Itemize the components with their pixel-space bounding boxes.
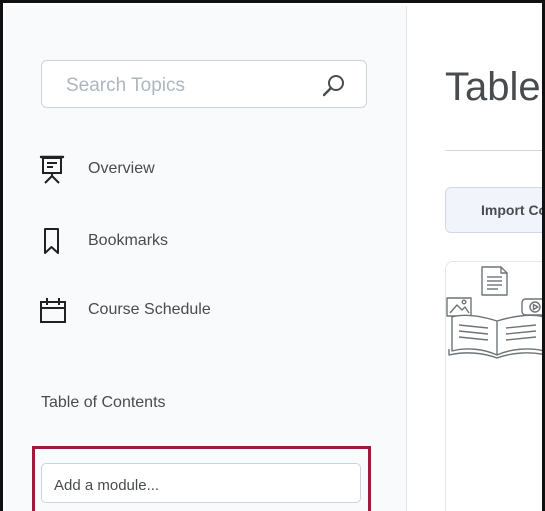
nav-item-label: Course Schedule: [88, 301, 211, 318]
calendar-icon: [38, 295, 66, 325]
nav-item-course-schedule[interactable]: Course Schedule: [38, 295, 368, 327]
search-box: [41, 60, 367, 108]
window-frame: Overview Bookmarks Course Schedule Table…: [0, 0, 545, 511]
nav-item-label: Bookmarks: [88, 232, 169, 249]
search-icon[interactable]: [320, 72, 348, 100]
import-course-button[interactable]: Import Co: [445, 187, 542, 233]
highlight-box: [32, 446, 371, 511]
nav-item-overview[interactable]: Overview: [38, 154, 368, 186]
presentation-board-icon: [38, 154, 66, 184]
nav-item-bookmarks[interactable]: Bookmarks: [38, 226, 368, 258]
nav-item-label: Overview: [88, 160, 155, 177]
title-divider: [445, 150, 542, 151]
page-title: Table: [445, 65, 541, 109]
search-input[interactable]: [64, 72, 308, 100]
table-of-contents-heading: Table of Contents: [41, 394, 166, 411]
open-book-media-illustration: [446, 265, 542, 359]
bookmark-icon: [38, 226, 66, 256]
